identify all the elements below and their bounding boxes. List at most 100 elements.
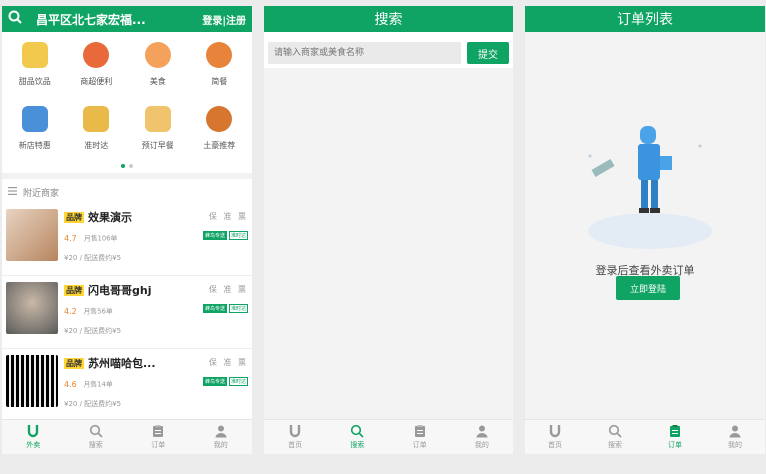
dessert-drink-icon <box>21 42 48 68</box>
brand-badge: 品牌 <box>64 284 84 296</box>
nearby-title: 附近商家 <box>23 189 60 199</box>
user-icon <box>476 425 488 438</box>
submit-button[interactable]: 提交 <box>467 42 509 64</box>
list-icon <box>8 187 17 198</box>
shop-name: 苏州喵哈包... <box>88 357 156 370</box>
tab-orders[interactable]: 订单 <box>127 420 190 454</box>
category-item[interactable]: 简餐 <box>189 38 251 102</box>
tab-search[interactable]: 搜索 <box>585 420 645 454</box>
tab-home[interactable]: 首页 <box>525 420 585 454</box>
home-screen: 昌平区北七家宏福... 登录|注册 甜品饮品 商超便利 美食 简餐 新店特惠 准… <box>2 6 252 454</box>
simple-meal-icon <box>206 42 233 68</box>
category-label: 商超便利 <box>80 77 113 86</box>
shop-item[interactable]: 品牌 效果演示 保 准 票 4.7 月售106单 蜂鸟专送 准时达 ¥20 / 配送费… <box>2 203 252 276</box>
tab-bar: 首页 搜索 订单 我的 <box>264 419 513 454</box>
delivery-badge: 蜂鸟专送 <box>202 304 227 313</box>
delivery-fee: ¥20 / 配送费约¥5 <box>64 400 122 408</box>
category-item[interactable]: 土豪推荐 <box>189 102 251 166</box>
category-grid: 甜品饮品 商超便利 美食 简餐 新店特惠 准时达 预订早餐 土豪推荐 <box>2 32 252 166</box>
tab-label: 首页 <box>548 441 562 449</box>
tab-label: 搜索 <box>88 441 103 449</box>
carousel-dot[interactable] <box>129 164 133 168</box>
shop-rating: 4.2 <box>64 307 77 316</box>
user-icon <box>729 425 741 438</box>
home-header: 昌平区北七家宏福... 登录|注册 <box>2 6 252 32</box>
delivery-fee: ¥20 / 配送费约¥5 <box>64 327 122 335</box>
tab-label: 搜索 <box>608 441 622 449</box>
on-time-badge: 准时达 <box>228 304 248 313</box>
tab-mine[interactable]: 我的 <box>705 420 765 454</box>
clipboard-icon <box>153 425 164 437</box>
monthly-sales: 月售14单 <box>83 380 113 389</box>
tab-bar: 首页 搜索 订单 我的 <box>525 419 765 454</box>
shop-thumbnail <box>6 282 58 334</box>
shop-name: 闪电哥哥ghj <box>88 284 152 297</box>
page-title: 订单列表 <box>617 12 673 28</box>
shop-list: 品牌 效果演示 保 准 票 4.7 月售106单 蜂鸟专送 准时达 ¥20 / 配送费… <box>2 203 252 422</box>
brand-badge: 品牌 <box>64 357 84 369</box>
tab-bar: 外卖 搜索 订单 我的 <box>2 419 252 454</box>
service-tags: 保 准 票 <box>208 358 248 367</box>
category-item[interactable]: 预订早餐 <box>127 102 189 166</box>
orders-screen: 订单列表 登录后查看外卖订单 立即登陆 首页 搜索 订单 我的 <box>525 6 765 454</box>
monthly-sales: 月售106单 <box>83 234 118 243</box>
shop-item[interactable]: 品牌 闪电哥哥ghj 保 准 票 4.2 月售56单 蜂鸟专送 准时达 ¥20 / 配… <box>2 276 252 349</box>
tab-search[interactable]: 搜索 <box>326 420 388 454</box>
category-item[interactable]: 美食 <box>127 38 189 102</box>
supermarket-icon <box>83 42 110 68</box>
category-item[interactable]: 商超便利 <box>66 38 128 102</box>
search-screen: 搜索 提交 首页 搜索 订单 我的 <box>264 6 513 454</box>
brand-badge: 品牌 <box>64 211 84 223</box>
breakfast-icon <box>144 106 171 132</box>
on-time-badge: 准时达 <box>228 231 248 240</box>
on-time-badge: 准时达 <box>228 377 248 386</box>
tab-label: 搜索 <box>350 441 365 449</box>
category-item[interactable]: 甜品饮品 <box>4 38 66 102</box>
category-item[interactable]: 准时达 <box>66 102 128 166</box>
tab-search[interactable]: 搜索 <box>65 420 128 454</box>
user-icon <box>215 425 227 438</box>
tab-mine[interactable]: 我的 <box>190 420 253 454</box>
tab-label: 首页 <box>288 441 303 449</box>
new-store-icon <box>21 106 48 132</box>
tab-home[interactable]: 首页 <box>264 420 326 454</box>
clipboard-icon <box>670 425 680 437</box>
shop-rating: 4.6 <box>64 380 77 389</box>
search-icon <box>608 424 622 438</box>
clipboard-icon <box>414 425 425 437</box>
tab-label: 订单 <box>668 441 682 449</box>
tab-takeout[interactable]: 外卖 <box>2 420 65 454</box>
shop-name: 效果演示 <box>88 211 132 224</box>
tab-label: 我的 <box>728 441 742 449</box>
nearby-header: 附近商家 <box>2 179 252 203</box>
tab-label: 订单 <box>151 441 166 449</box>
tab-orders[interactable]: 订单 <box>645 420 705 454</box>
orders-header: 订单列表 <box>525 6 765 32</box>
category-label: 简餐 <box>211 77 228 86</box>
delivery-badge: 蜂鸟专送 <box>202 231 227 240</box>
search-icon[interactable] <box>8 10 22 28</box>
takeout-icon <box>549 425 561 438</box>
login-button[interactable]: 立即登陆 <box>616 276 680 300</box>
service-tags: 保 准 票 <box>208 285 248 294</box>
page-title: 搜索 <box>374 12 403 28</box>
login-register-link[interactable]: 登录|注册 <box>202 12 246 27</box>
category-item[interactable]: 新店特惠 <box>4 102 66 166</box>
category-label: 甜品饮品 <box>18 77 51 86</box>
search-input[interactable] <box>268 42 461 64</box>
tab-label: 外卖 <box>26 441 41 449</box>
tab-label: 我的 <box>213 441 228 449</box>
on-time-icon <box>83 106 110 132</box>
tab-orders[interactable]: 订单 <box>389 420 451 454</box>
location-title[interactable]: 昌平区北七家宏福... <box>36 11 202 28</box>
astronaut-illustration-icon <box>588 126 712 249</box>
carousel-dot[interactable] <box>121 164 125 168</box>
tab-mine[interactable]: 我的 <box>451 420 513 454</box>
tab-label: 订单 <box>412 441 427 449</box>
shop-rating: 4.7 <box>64 234 77 243</box>
service-tags: 保 准 票 <box>208 212 248 221</box>
recommend-icon <box>206 106 233 132</box>
delivery-fee: ¥20 / 配送费约¥5 <box>64 254 122 262</box>
shop-item[interactable]: 品牌 苏州喵哈包... 保 准 票 4.6 月售14单 蜂鸟专送 准时达 ¥20 / … <box>2 349 252 422</box>
food-icon <box>144 42 171 68</box>
